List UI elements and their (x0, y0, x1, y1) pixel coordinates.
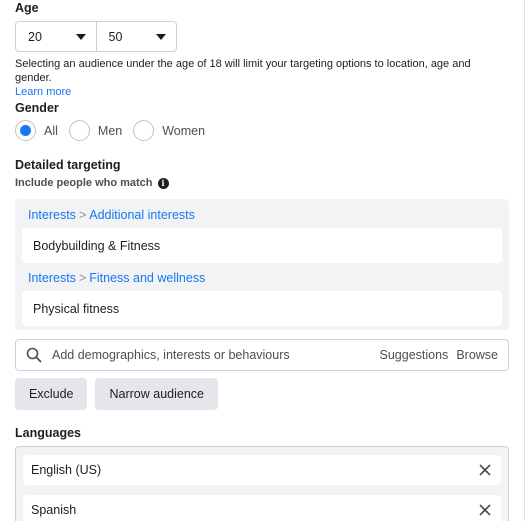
caret-down-icon (156, 33, 166, 40)
caret-down-icon (75, 33, 86, 40)
search-icon (26, 347, 42, 363)
crumb-separator: > (78, 271, 87, 285)
language-item: English (US) (23, 455, 501, 485)
exclude-button[interactable]: Exclude (15, 378, 88, 410)
learn-more-link[interactable]: Learn more (15, 86, 71, 98)
crumb-separator: > (78, 208, 87, 222)
gender-label-men: Men (97, 123, 123, 138)
age-min-select[interactable]: 20 (16, 22, 96, 51)
crumb-subcategory[interactable]: Fitness and wellness (89, 271, 205, 285)
crumb-subcategory[interactable]: Additional interests (89, 208, 195, 222)
include-match-text: Include people who match (15, 177, 153, 189)
targeting-search-bar: Suggestions Browse (15, 339, 509, 371)
language-label: English (US) (31, 463, 102, 477)
interest-label: Physical fitness (33, 301, 120, 316)
include-match-label: Include people who match i (15, 177, 169, 189)
age-range-selector: 20 50 (15, 21, 177, 52)
crumb-category[interactable]: Interests (28, 208, 76, 222)
gender-radio-group: All Men Women (15, 120, 216, 141)
crumb-category[interactable]: Interests (28, 271, 76, 285)
gender-option-women[interactable]: Women (133, 120, 205, 141)
age-min-value: 20 (28, 29, 42, 44)
age-title: Age (15, 1, 39, 15)
gender-title: Gender (15, 101, 59, 115)
gender-option-all[interactable]: All (15, 120, 58, 141)
interest-label: Bodybuilding & Fitness (33, 238, 161, 253)
age-max-select[interactable]: 50 (95, 22, 177, 51)
selected-targeting-panel: Interests > Additional interests Bodybuild… (15, 199, 509, 330)
gender-option-men[interactable]: Men (68, 120, 123, 141)
gender-label-women: Women (162, 123, 206, 138)
gender-label-all: All (44, 123, 58, 138)
language-item: Spanish (23, 495, 501, 521)
close-icon[interactable] (477, 462, 493, 478)
radio-men[interactable] (68, 120, 90, 141)
languages-panel: English (US) Spanish (15, 446, 509, 521)
languages-title: Languages (15, 426, 81, 440)
suggestions-link[interactable]: Suggestions (380, 348, 449, 362)
targeting-breadcrumb: Interests > Fitness and wellness (28, 271, 205, 285)
info-icon[interactable]: i (157, 177, 169, 189)
age-max-value: 50 (108, 29, 123, 44)
targeting-search-input[interactable] (52, 348, 372, 362)
targeting-breadcrumb: Interests > Additional interests (28, 208, 195, 222)
targeting-actions: Exclude Narrow audience (15, 378, 218, 410)
radio-all[interactable] (15, 120, 36, 141)
close-icon[interactable] (477, 502, 493, 518)
age-note: Selecting an audience under the age of 1… (15, 57, 510, 99)
detailed-targeting-title: Detailed targeting (15, 158, 121, 172)
interest-item[interactable]: Bodybuilding & Fitness (22, 228, 502, 263)
age-note-text: Selecting an audience under the age of 1… (15, 58, 471, 84)
narrow-audience-button[interactable]: Narrow audience (95, 378, 218, 410)
interest-item[interactable]: Physical fitness (22, 291, 502, 326)
radio-women[interactable] (133, 120, 155, 141)
browse-link[interactable]: Browse (456, 348, 498, 362)
language-label: Spanish (31, 503, 77, 517)
audience-editor: Age 20 50 Selecting an audience under th… (0, 0, 525, 521)
